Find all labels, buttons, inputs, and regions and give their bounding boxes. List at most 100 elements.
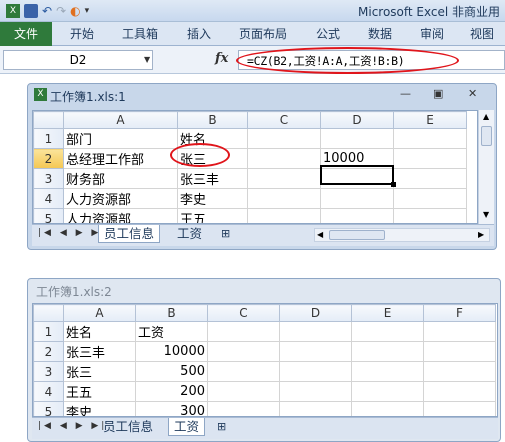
cell[interactable] (320, 128, 394, 149)
chevron-down-icon[interactable]: ▼ (144, 55, 150, 64)
cell[interactable] (393, 148, 467, 169)
cell[interactable] (351, 321, 424, 342)
name-box[interactable]: D2 (3, 50, 153, 70)
column-header[interactable]: C (207, 304, 280, 322)
cell[interactable]: 姓名 (177, 128, 248, 149)
cell[interactable]: 姓名 (63, 321, 136, 342)
cell[interactable]: 王五 (177, 208, 248, 223)
cell[interactable]: 工资 (135, 321, 208, 342)
cell[interactable] (247, 128, 321, 149)
cell[interactable]: 李史 (63, 401, 136, 416)
undo-icon[interactable]: ↶ (42, 3, 52, 19)
horizontal-scrollbar[interactable]: ◀ ▶ (314, 228, 490, 242)
cell[interactable]: 人力资源部 (63, 208, 178, 223)
row-header[interactable]: 5 (33, 208, 64, 223)
customize-icon[interactable]: ▾ (85, 3, 90, 19)
restore-icon[interactable]: ▣ (433, 87, 443, 100)
cell[interactable]: 张三 (63, 361, 136, 382)
cell[interactable]: 财务部 (63, 168, 178, 189)
tab-insert[interactable]: 插入 (187, 22, 211, 46)
cell[interactable] (279, 341, 352, 362)
tab-data[interactable]: 数据 (368, 22, 392, 46)
cell[interactable] (247, 188, 321, 209)
scroll-thumb[interactable] (329, 230, 385, 240)
cell[interactable] (351, 381, 424, 402)
column-header[interactable]: D (320, 111, 394, 129)
row-header[interactable]: 4 (33, 188, 64, 209)
cell[interactable]: 张三丰 (177, 168, 248, 189)
tab-toolbox[interactable]: 工具箱 (122, 22, 158, 46)
tab-review[interactable]: 审阅 (420, 22, 444, 46)
cell[interactable]: 200 (135, 381, 208, 402)
column-header[interactable]: F (423, 304, 496, 322)
redo-icon[interactable]: ↷ (56, 3, 66, 19)
cell[interactable] (393, 188, 467, 209)
cell[interactable] (351, 361, 424, 382)
cell[interactable]: 张三丰 (63, 341, 136, 362)
cell[interactable]: 张三 (177, 148, 248, 169)
save-icon[interactable] (24, 4, 38, 18)
cell[interactable] (207, 321, 280, 342)
column-header[interactable]: B (177, 111, 248, 129)
cell[interactable]: 人力资源部 (63, 188, 178, 209)
row-header[interactable]: 2 (33, 148, 64, 169)
tab-formulas[interactable]: 公式 (316, 22, 340, 46)
column-header[interactable]: D (279, 304, 352, 322)
sheet-tab-employee-info[interactable]: 员工信息 (98, 418, 158, 436)
column-header[interactable]: A (63, 304, 136, 322)
cell[interactable] (423, 341, 496, 362)
sheet-nav-arrows-icon[interactable]: |◀ ◀ ▶ ▶| (38, 228, 107, 238)
sheet-grid[interactable]: A B C D E F 1 姓名 工资 2 张三丰 10000 3 张三 500… (32, 303, 498, 417)
scroll-up-icon[interactable]: ▲ (483, 112, 489, 121)
column-header[interactable]: C (247, 111, 321, 129)
scroll-down-icon[interactable]: ▼ (483, 210, 489, 219)
select-all-corner[interactable] (33, 111, 64, 129)
cell[interactable] (423, 361, 496, 382)
cell[interactable] (393, 168, 467, 189)
scroll-thumb[interactable] (481, 126, 492, 146)
cell[interactable] (207, 381, 280, 402)
cell[interactable] (320, 208, 394, 223)
column-header[interactable]: B (135, 304, 208, 322)
cell[interactable] (207, 361, 280, 382)
fill-handle[interactable] (391, 182, 396, 187)
cell[interactable] (279, 401, 352, 416)
tab-file[interactable]: 文件 (0, 22, 52, 46)
cell-table[interactable]: A B C D E 1 部门 姓名 2 总经理工作部 张三 10000 3 财务… (33, 111, 467, 223)
tab-page-layout[interactable]: 页面布局 (239, 22, 287, 46)
cell[interactable] (423, 321, 496, 342)
cell[interactable] (423, 381, 496, 402)
row-header[interactable]: 2 (33, 341, 64, 362)
cell[interactable] (351, 401, 424, 416)
column-header[interactable]: E (393, 111, 467, 129)
sheet-tab-employee-info[interactable]: 员工信息 (98, 225, 161, 243)
cell[interactable] (247, 148, 321, 169)
row-header[interactable]: 3 (33, 361, 64, 382)
sheet-tab-salary[interactable]: 工资 (172, 225, 207, 243)
cell[interactable] (393, 128, 467, 149)
cell[interactable]: 300 (135, 401, 208, 416)
cell[interactable]: 总经理工作部 (63, 148, 178, 169)
cell[interactable] (247, 168, 321, 189)
refresh-icon[interactable]: ◐ (70, 3, 80, 19)
column-header[interactable]: A (63, 111, 178, 129)
row-header[interactable]: 1 (33, 321, 64, 342)
sheet-tab-salary[interactable]: 工资 (168, 418, 206, 436)
row-header[interactable]: 5 (33, 401, 64, 416)
cell[interactable] (207, 401, 280, 416)
close-icon[interactable]: ✕ (468, 87, 477, 100)
cell[interactable] (279, 361, 352, 382)
vertical-scrollbar[interactable]: ▲ ▼ (478, 110, 494, 224)
new-sheet-icon[interactable]: ⊞ (216, 225, 235, 243)
row-header[interactable]: 1 (33, 128, 64, 149)
sheet-nav-arrows-icon[interactable]: |◀ ◀ ▶ ▶| (38, 421, 107, 431)
new-sheet-icon[interactable]: ⊞ (212, 418, 231, 436)
minimize-icon[interactable]: — (400, 87, 411, 100)
column-header[interactable]: E (351, 304, 424, 322)
row-header[interactable]: 4 (33, 381, 64, 402)
cell[interactable]: 10000 (135, 341, 208, 362)
tab-home[interactable]: 开始 (70, 22, 94, 46)
cell[interactable] (423, 401, 496, 416)
row-header[interactable]: 3 (33, 168, 64, 189)
cell[interactable] (279, 381, 352, 402)
